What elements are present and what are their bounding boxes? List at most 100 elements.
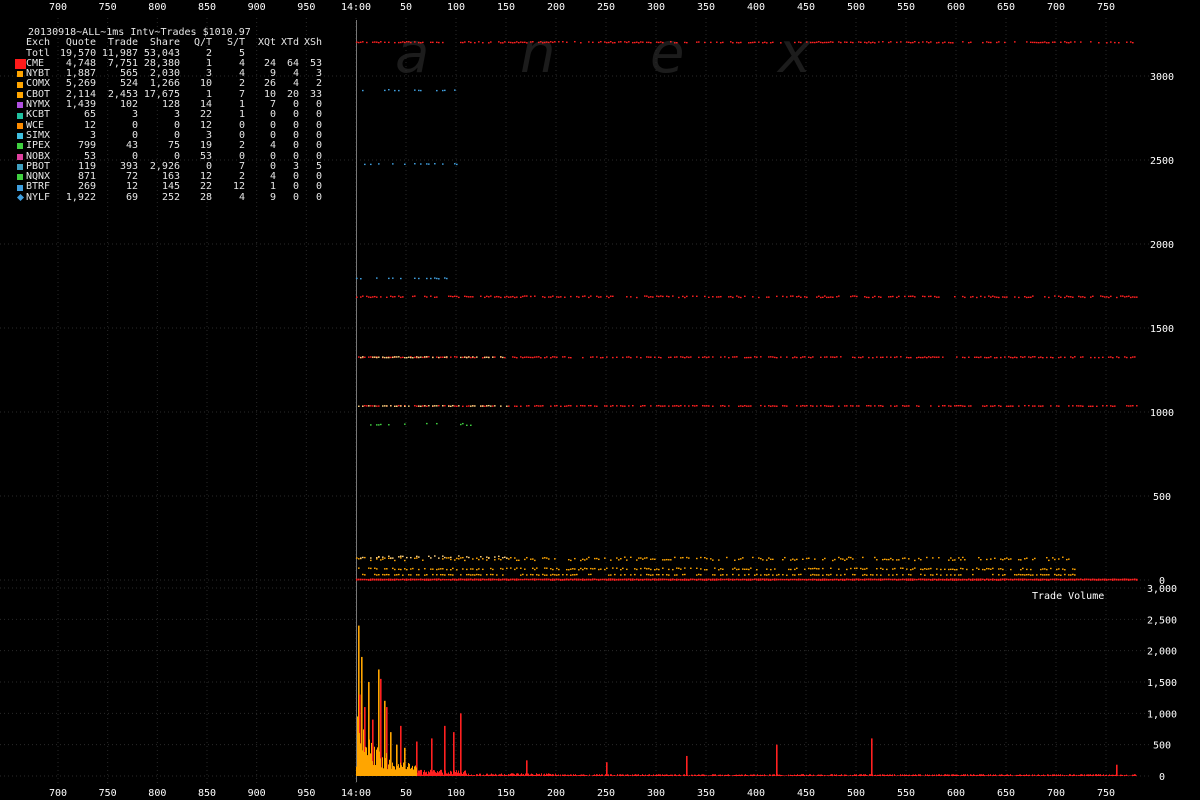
volume-bar [799,774,800,776]
volume-bar [374,746,375,776]
price-point [464,356,466,358]
price-point [992,578,994,580]
price-point [1058,405,1060,407]
price-point [424,356,426,358]
price-point [962,405,964,407]
price-point [432,356,434,359]
volume-bar [738,774,739,776]
volume-bar [1100,774,1101,776]
volume-bar [638,774,639,776]
volume-bar [418,770,419,776]
price-point [718,569,720,571]
volume-bar [977,774,978,776]
price-point [1058,356,1060,359]
price-point [602,356,604,359]
volume-bar [978,775,979,776]
price-point [708,296,710,299]
volume-bar [462,773,463,776]
price-point [862,556,864,559]
price-point [1114,578,1116,580]
price-point [754,41,756,43]
volume-bar [394,766,395,776]
price-point [1044,568,1046,570]
price-point [980,578,982,580]
price-point [1040,405,1042,407]
price-point [566,578,568,580]
price-point [818,41,820,43]
price-point [706,568,708,571]
price-point [490,405,492,407]
volume-bar [496,774,497,776]
volume-bar [705,775,706,776]
volume-bar [1018,774,1019,776]
volume-bar [378,746,379,776]
price-point [862,578,864,581]
price-point [390,356,392,359]
price-point [772,41,774,44]
price-point [544,557,546,559]
price-point [1120,578,1122,581]
price-point [654,568,656,571]
price-point [940,578,942,581]
price-point [438,568,440,570]
price-point [650,568,652,571]
price-point [482,558,484,560]
price-point [980,558,982,561]
volume-bar [973,774,974,776]
price-point [970,578,972,581]
volume-bar [995,774,996,776]
price-point [612,578,614,580]
price-point [918,356,920,359]
price-point [782,558,784,561]
price-point [704,295,706,298]
volume-bar [734,775,735,776]
price-point [1074,41,1076,43]
volume-bar [864,774,865,776]
volume-bar [847,775,848,776]
price-point [414,295,416,297]
volume-bar [1078,774,1079,776]
price-point [570,578,572,580]
price-point [384,557,386,559]
price-point [892,559,894,561]
price-point [514,356,516,359]
price-point [812,356,814,358]
price-point [826,405,828,407]
price-point [684,578,686,580]
price-point [824,557,826,560]
volume-bar [903,775,904,776]
volume-bar [812,775,813,776]
price-point [1112,405,1114,407]
price-point [1054,573,1056,576]
price-point [788,578,790,581]
volume-bar [808,775,809,776]
volume-bar [660,774,661,776]
volume-bar [818,774,819,776]
volume-bar [1136,775,1137,776]
price-point [936,42,938,44]
price-point [498,578,500,580]
price-point [442,555,444,557]
price-point [392,356,394,359]
price-point [1136,296,1138,298]
price-point [1080,296,1082,298]
volume-bar [917,775,918,776]
price-point [1032,558,1034,561]
price-point [694,405,696,407]
price-point [738,578,740,581]
price-point [482,42,484,44]
price-point [378,555,380,558]
volume-bar [677,775,678,776]
volume-bar [1135,774,1136,776]
price-point [548,41,550,44]
price-point [732,356,734,358]
price-point [560,578,562,581]
price-point [816,296,818,298]
volume-bar [810,774,811,776]
price-point [626,568,628,571]
price-point [582,558,584,561]
price-point [870,578,872,580]
price-point [598,578,600,581]
price-point [624,556,626,558]
volume-bar [435,772,436,776]
